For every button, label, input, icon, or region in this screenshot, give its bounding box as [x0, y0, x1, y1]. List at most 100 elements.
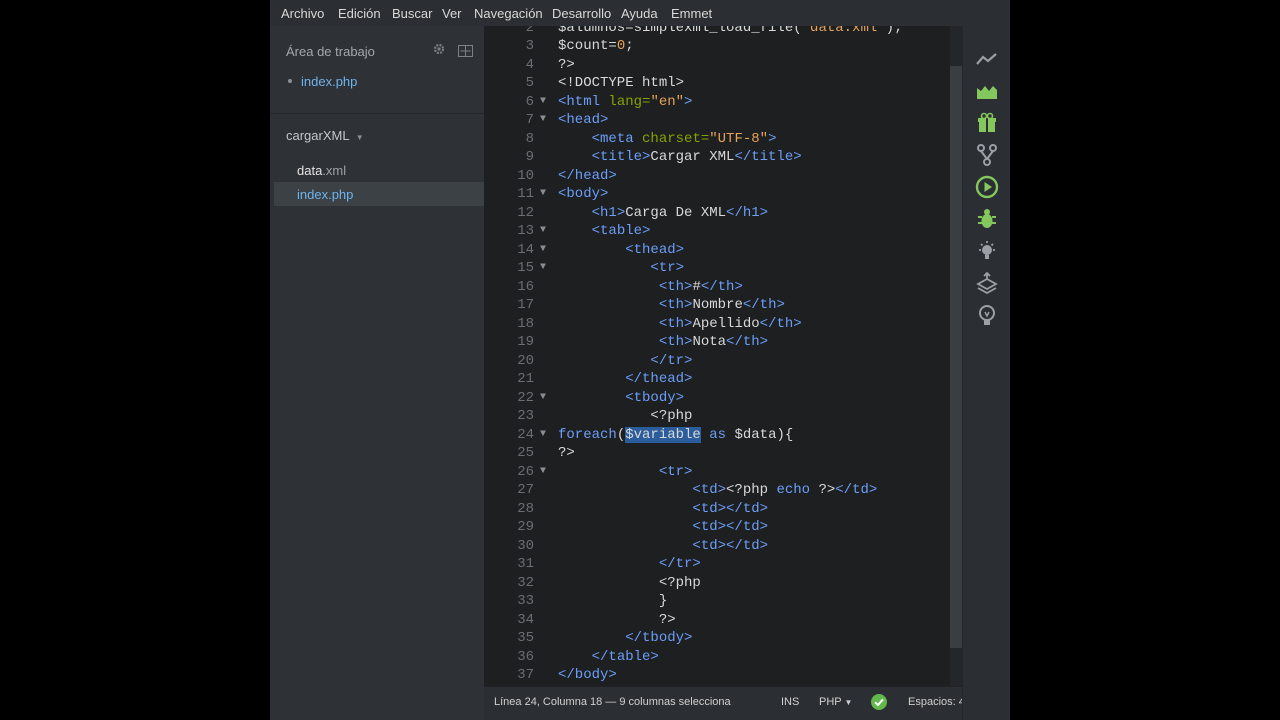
- code-line[interactable]: 15 ▼ <tr>: [484, 259, 962, 278]
- lint-ok-icon[interactable]: [871, 694, 887, 715]
- menu-buscar[interactable]: Buscar: [392, 6, 432, 21]
- code-line[interactable]: 21 </thead>: [484, 370, 962, 389]
- code-line[interactable]: 5 <!DOCTYPE html>: [484, 74, 962, 93]
- file-data-xml[interactable]: data.xml: [297, 163, 346, 178]
- code-line[interactable]: 2 $alumnos=simplexml_load_file('data.xml'…: [484, 26, 962, 37]
- code-line[interactable]: 33 }: [484, 592, 962, 611]
- language-label: PHP: [819, 696, 842, 708]
- code-line[interactable]: 16 <th>#</th>: [484, 278, 962, 297]
- menu-desarrollo[interactable]: Desarrollo: [552, 6, 611, 21]
- code-line[interactable]: 12 <h1>Carga De XML</h1>: [484, 204, 962, 223]
- code-token: <tr>: [658, 463, 693, 480]
- code-line[interactable]: 22 ▼ <tbody>: [484, 389, 962, 408]
- code-line[interactable]: 25 ?>: [484, 444, 962, 463]
- line-number: 2: [525, 26, 534, 36]
- code-line[interactable]: 10 </head>: [484, 167, 962, 186]
- code-line[interactable]: 20 </tr>: [484, 352, 962, 371]
- code-line[interactable]: 17 <th>Nombre</th>: [484, 296, 962, 315]
- git-icon[interactable]: [975, 143, 999, 167]
- code-line[interactable]: 26 ▼ <tr>: [484, 463, 962, 482]
- fold-arrow-icon[interactable]: ▼: [540, 426, 546, 445]
- code-line[interactable]: 34 ?>: [484, 611, 962, 630]
- fold-arrow-icon[interactable]: ▼: [540, 463, 546, 482]
- menu-ver[interactable]: Ver: [442, 6, 462, 21]
- code-line[interactable]: 31 </tr>: [484, 555, 962, 574]
- code-line[interactable]: 27 <td><?php echo ?></td>: [484, 481, 962, 500]
- code-token: <td></td>: [692, 500, 769, 517]
- code-token: </body>: [558, 667, 617, 683]
- code-line[interactable]: 14 ▼ <thead>: [484, 241, 962, 260]
- code-line[interactable]: 37 </body>: [484, 666, 962, 685]
- code-token: <title>: [591, 149, 651, 165]
- fold-arrow-icon[interactable]: ▼: [540, 222, 546, 241]
- lightbulb-icon[interactable]: [975, 239, 999, 263]
- code-token: <tbody>: [625, 389, 685, 406]
- code-line[interactable]: 7 ▼ <head>: [484, 111, 962, 130]
- play-icon[interactable]: [975, 175, 999, 199]
- code-line[interactable]: 30 <td></td>: [484, 537, 962, 556]
- code-line[interactable]: 29 <td></td>: [484, 518, 962, 537]
- live-preview-icon[interactable]: [975, 47, 999, 71]
- code-line[interactable]: 18 <th>Apellido</th>: [484, 315, 962, 334]
- code-token: $alumnos=simplexml_load_file(: [558, 26, 802, 36]
- fold-arrow-icon[interactable]: ▼: [540, 241, 546, 260]
- gift-icon[interactable]: [975, 111, 999, 135]
- code-token: (: [616, 426, 626, 443]
- menu-edicion[interactable]: Edición: [338, 6, 381, 21]
- code-line[interactable]: 8 <meta charset="UTF-8">: [484, 130, 962, 149]
- debug-icon[interactable]: [975, 207, 999, 231]
- fold-arrow-icon[interactable]: ▼: [540, 185, 546, 204]
- lamp-icon[interactable]: [975, 303, 999, 327]
- fold-arrow-icon[interactable]: ▼: [540, 111, 546, 130]
- line-code: <html lang="en">: [558, 93, 692, 112]
- gear-icon[interactable]: [432, 42, 446, 61]
- code-line[interactable]: 35 </tbody>: [484, 629, 962, 648]
- line-number: 15: [517, 260, 534, 276]
- code-line[interactable]: 24 ▼ foreach($variable as $data){: [484, 426, 962, 445]
- code-line[interactable]: 23 <?php: [484, 407, 962, 426]
- project-title[interactable]: cargarXML ▼: [286, 128, 364, 143]
- fold-arrow-icon[interactable]: ▼: [540, 389, 546, 408]
- code-token: ?>: [558, 56, 575, 73]
- line-code: <meta charset="UTF-8">: [558, 130, 777, 149]
- code-line[interactable]: 32 <?php: [484, 574, 962, 593]
- split-view-icon[interactable]: [458, 44, 473, 62]
- menu-navegacion[interactable]: Navegación: [474, 6, 543, 21]
- editor-scrollbar[interactable]: [950, 26, 962, 686]
- fold-arrow-icon[interactable]: ▼: [540, 93, 546, 112]
- menu-archivo[interactable]: Archivo: [281, 6, 324, 21]
- code-line[interactable]: 28 <td></td>: [484, 500, 962, 519]
- code-line[interactable]: 36 </table>: [484, 648, 962, 667]
- file-index-php[interactable]: index.php: [297, 187, 353, 202]
- menu-emmet[interactable]: Emmet: [671, 6, 712, 21]
- menu-ayuda[interactable]: Ayuda: [621, 6, 658, 21]
- fold-arrow-icon[interactable]: ▼: [540, 259, 546, 278]
- code-line[interactable]: 11 ▼ <body>: [484, 185, 962, 204]
- code-token: Carga De XML: [625, 204, 727, 221]
- language-select[interactable]: PHP ▼: [819, 696, 852, 708]
- code-line[interactable]: 19 <th>Nota</th>: [484, 333, 962, 352]
- line-code: }: [558, 592, 667, 611]
- line-code: </tr>: [558, 555, 701, 574]
- insert-mode[interactable]: INS: [781, 696, 799, 708]
- line-code: </tbody>: [558, 629, 692, 648]
- code-line[interactable]: 13 ▼ <table>: [484, 222, 962, 241]
- code-line[interactable]: 6 ▼ <html lang="en">: [484, 93, 962, 112]
- scrollbar-thumb[interactable]: [950, 66, 962, 648]
- layers-icon[interactable]: [975, 271, 999, 295]
- line-code: $count=0;: [558, 37, 634, 56]
- extension-manager-icon[interactable]: [975, 79, 999, 103]
- code-line[interactable]: 3 $count=0;: [484, 37, 962, 56]
- line-code: <tr>: [558, 259, 684, 278]
- line-number: 19: [517, 334, 534, 350]
- code-editor[interactable]: 2 $alumnos=simplexml_load_file('data.xml'…: [484, 26, 962, 686]
- indent-setting[interactable]: Espacios: 4: [908, 696, 965, 708]
- code-line[interactable]: 4 ?>: [484, 56, 962, 75]
- code-line[interactable]: 9 <title>Cargar XML</title>: [484, 148, 962, 167]
- working-file-index-php[interactable]: index.php: [301, 74, 357, 89]
